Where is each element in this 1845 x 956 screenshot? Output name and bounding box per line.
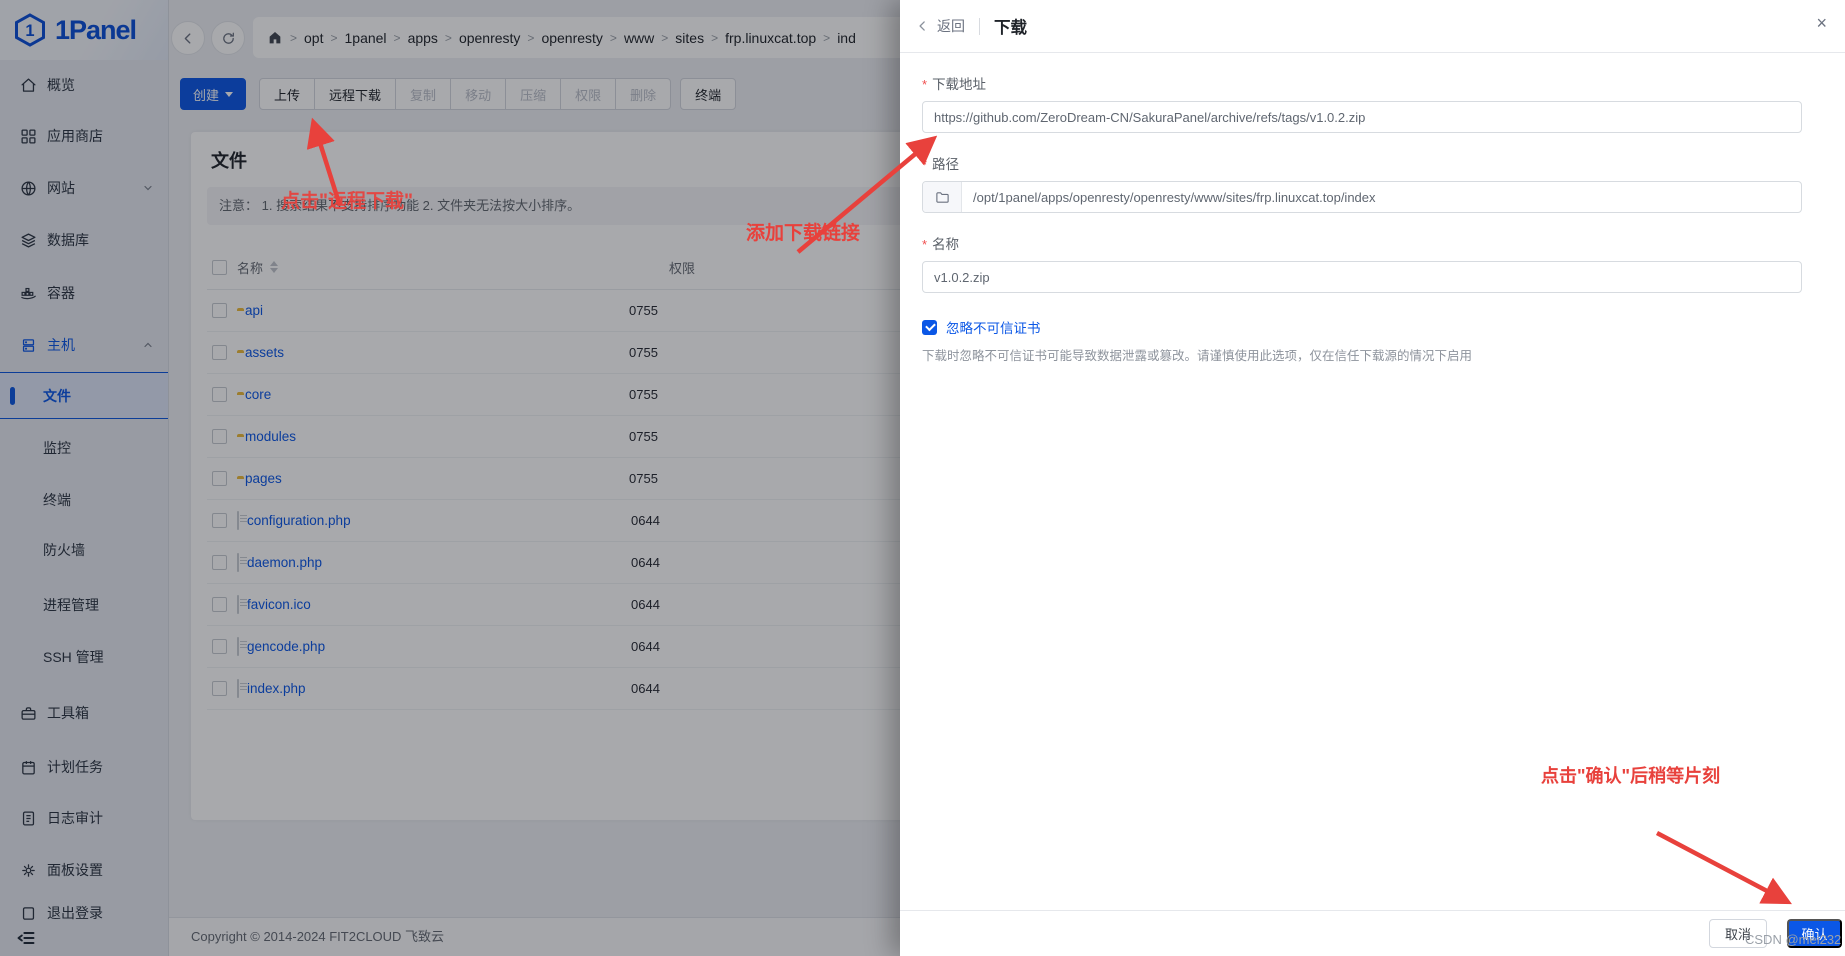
required-asterisk: * bbox=[922, 237, 928, 252]
required-asterisk: * bbox=[922, 157, 928, 172]
ignore-cert-checkbox[interactable]: 忽略不可信证书 bbox=[922, 317, 1845, 337]
drawer-close-button[interactable]: × bbox=[1816, 14, 1827, 32]
checkbox-helper-text: 下载时忽略不可信证书可能导致数据泄露或篡改。请谨慎使用此选项，仅在信任下载源的情… bbox=[922, 349, 1473, 363]
name-field-label: * 名称 bbox=[922, 237, 960, 252]
drawer-title: 下载 bbox=[994, 19, 1027, 37]
drawer-back-button[interactable]: 返回 bbox=[916, 16, 965, 36]
drawer-footer: 取消 确认 bbox=[900, 910, 1845, 956]
divider bbox=[979, 17, 980, 35]
url-input[interactable]: https://github.com/ZeroDream-CN/SakuraPa… bbox=[922, 101, 1802, 133]
name-input[interactable]: v1.0.2.zip bbox=[922, 261, 1802, 293]
drawer-header: 返回 下载 × bbox=[900, 0, 1845, 53]
back-arrow-icon bbox=[916, 19, 930, 33]
confirm-button[interactable]: 确认 bbox=[1787, 919, 1842, 948]
checkbox-checked-icon bbox=[922, 319, 937, 335]
browse-folder-button[interactable] bbox=[923, 182, 962, 212]
download-form: * 下载地址 https://github.com/ZeroDream-CN/S… bbox=[900, 53, 1845, 365]
url-field-label: * 下载地址 bbox=[922, 77, 987, 92]
screen: 1 1Panel 概览 应用商店 网站 数据库 容器 主机 文件 监控 终端 防… bbox=[0, 0, 1845, 956]
download-drawer: 返回 下载 × * 下载地址 https://github.com/ZeroDr… bbox=[900, 0, 1845, 956]
path-field-label: * 路径 bbox=[922, 157, 960, 172]
cancel-button[interactable]: 取消 bbox=[1709, 919, 1767, 948]
required-asterisk: * bbox=[922, 77, 928, 92]
path-input[interactable]: /opt/1panel/apps/openresty/openresty/www… bbox=[922, 181, 1802, 213]
folder-icon bbox=[935, 190, 950, 205]
